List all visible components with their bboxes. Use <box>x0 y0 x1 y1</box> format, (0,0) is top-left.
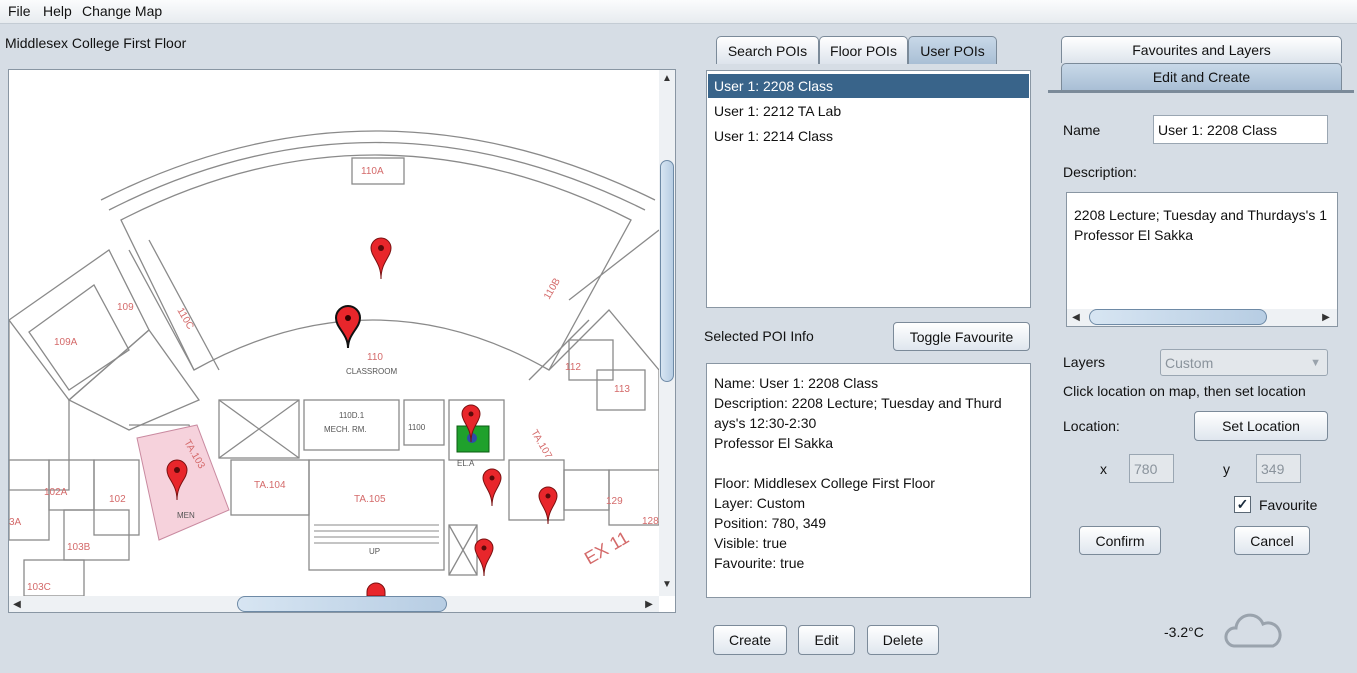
svg-text:110A: 110A <box>361 166 384 177</box>
favourite-checkbox[interactable]: ✓ <box>1234 496 1251 513</box>
svg-text:110: 110 <box>367 352 383 363</box>
svg-text:CLASSROOM: CLASSROOM <box>346 367 397 376</box>
menu-help[interactable]: Help <box>43 3 72 19</box>
map-vertical-scroll-thumb[interactable] <box>660 160 674 382</box>
svg-text:103B: 103B <box>67 542 91 553</box>
svg-text:110D.1: 110D.1 <box>339 411 365 420</box>
svg-text:109A: 109A <box>54 337 78 348</box>
svg-text:TA.105: TA.105 <box>354 494 386 505</box>
tab-edit-and-create[interactable]: Edit and Create <box>1061 63 1342 90</box>
floor-plan-map[interactable]: 110A 109 110C 109A 110 112 113 110B 102A… <box>9 70 659 596</box>
temperature-label: -3.2°C <box>1164 624 1204 640</box>
edit-button[interactable]: Edit <box>798 625 855 655</box>
svg-text:UP: UP <box>369 547 380 556</box>
chevron-down-icon: ▼ <box>1310 356 1321 369</box>
description-scroll-thumb[interactable] <box>1089 309 1267 325</box>
svg-text:102: 102 <box>109 494 126 505</box>
tab-favourites-and-layers[interactable]: Favourites and Layers <box>1061 36 1342 63</box>
layers-select-value: Custom <box>1165 354 1214 371</box>
svg-text:1100: 1100 <box>408 423 426 432</box>
info-description: Description: 2208 Lecture; Tuesday and T… <box>714 395 1002 411</box>
x-label: x <box>1100 461 1107 477</box>
scroll-up-arrow-icon[interactable]: ▲ <box>659 70 675 86</box>
tab-floor-pois[interactable]: Floor POIs <box>819 36 908 64</box>
scroll-right-arrow-icon[interactable]: ▶ <box>1319 309 1333 326</box>
info-name: Name: User 1: 2208 Class <box>714 375 879 391</box>
info-blank <box>714 453 1023 473</box>
cloud-icon <box>1224 613 1282 648</box>
svg-text:110C: 110C <box>174 306 195 332</box>
map-horizontal-scroll-thumb[interactable] <box>237 596 447 612</box>
cancel-button[interactable]: Cancel <box>1234 526 1310 555</box>
description-line: 2208 Lecture; Tuesday and Thurdays's 1 <box>1074 207 1328 223</box>
svg-text:EL.A: EL.A <box>457 459 475 468</box>
info-favourite: Favourite: true <box>714 555 805 571</box>
tab-user-pois[interactable]: User POIs <box>908 36 997 64</box>
info-layer: Layer: Custom <box>714 495 806 511</box>
x-field[interactable]: 780 <box>1129 454 1174 483</box>
list-item[interactable]: User 1: 2212 TA Lab <box>708 99 1029 123</box>
delete-button[interactable]: Delete <box>867 625 939 655</box>
svg-text:TA.104: TA.104 <box>254 480 286 491</box>
svg-text:110B: 110B <box>542 276 563 301</box>
map-title: Middlesex College First Floor <box>5 35 187 51</box>
list-item[interactable]: User 1: 2214 Class <box>708 124 1029 148</box>
svg-text:3A: 3A <box>9 517 22 528</box>
description-label: Description: <box>1063 164 1137 180</box>
tab-search-pois[interactable]: Search POIs <box>716 36 819 64</box>
svg-text:109: 109 <box>117 302 134 313</box>
location-label: Location: <box>1063 418 1120 434</box>
set-location-button[interactable]: Set Location <box>1194 411 1328 441</box>
location-hint: Click location on map, then set location <box>1063 383 1306 399</box>
selected-poi-info-panel: Name: User 1: 2208 Class Description: 22… <box>706 363 1031 598</box>
poi-list: User 1: 2208 Class User 1: 2212 TA Lab U… <box>706 70 1031 308</box>
confirm-button[interactable]: Confirm <box>1079 526 1161 555</box>
selected-poi-info-label: Selected POI Info <box>704 328 814 344</box>
name-label: Name <box>1063 122 1101 138</box>
info-floor: Floor: Middlesex College First Floor <box>714 475 935 491</box>
svg-text:102A: 102A <box>44 487 68 498</box>
svg-text:112: 112 <box>565 362 581 373</box>
menu-file[interactable]: File <box>8 3 31 19</box>
svg-text:113: 113 <box>614 384 630 395</box>
favourite-label: Favourite <box>1259 497 1318 513</box>
menu-change-map[interactable]: Change Map <box>82 3 162 19</box>
info-description-cont2: Professor El Sakka <box>714 435 834 451</box>
menu-bar: File Help Change Map <box>0 0 1357 24</box>
info-visible: Visible: true <box>714 535 787 551</box>
svg-text:MEN: MEN <box>177 511 195 520</box>
svg-text:128: 128 <box>642 516 659 527</box>
map-scroll-pane: 110A 109 110C 109A 110 112 113 110B 102A… <box>8 69 676 613</box>
y-label: y <box>1223 461 1230 477</box>
description-line: Professor El Sakka <box>1074 227 1194 243</box>
svg-text:103C: 103C <box>27 582 51 593</box>
name-field[interactable]: User 1: 2208 Class <box>1153 115 1328 144</box>
svg-text:MECH. RM.: MECH. RM. <box>324 425 367 434</box>
scroll-right-arrow-icon[interactable]: ▶ <box>641 596 657 612</box>
svg-text:TA.107: TA.107 <box>528 428 553 461</box>
svg-text:EX 11: EX 11 <box>581 527 632 568</box>
layers-label: Layers <box>1063 354 1106 370</box>
layers-select[interactable]: Custom ▼ <box>1160 349 1328 376</box>
toggle-favourite-button[interactable]: Toggle Favourite <box>893 322 1030 351</box>
info-description-cont: ays's 12:30-2:30 <box>714 415 817 431</box>
scroll-left-arrow-icon[interactable]: ◀ <box>1069 309 1083 326</box>
info-position: Position: 780, 349 <box>714 515 827 531</box>
svg-text:129: 129 <box>606 496 623 507</box>
tab-divider <box>1048 90 1354 93</box>
y-field[interactable]: 349 <box>1256 454 1301 483</box>
scroll-down-arrow-icon[interactable]: ▼ <box>659 576 675 592</box>
description-area[interactable]: 2208 Lecture; Tuesday and Thurdays's 1 P… <box>1066 192 1338 327</box>
create-button[interactable]: Create <box>713 625 787 655</box>
list-item[interactable]: User 1: 2208 Class <box>708 74 1029 98</box>
scroll-left-arrow-icon[interactable]: ◀ <box>9 596 25 612</box>
